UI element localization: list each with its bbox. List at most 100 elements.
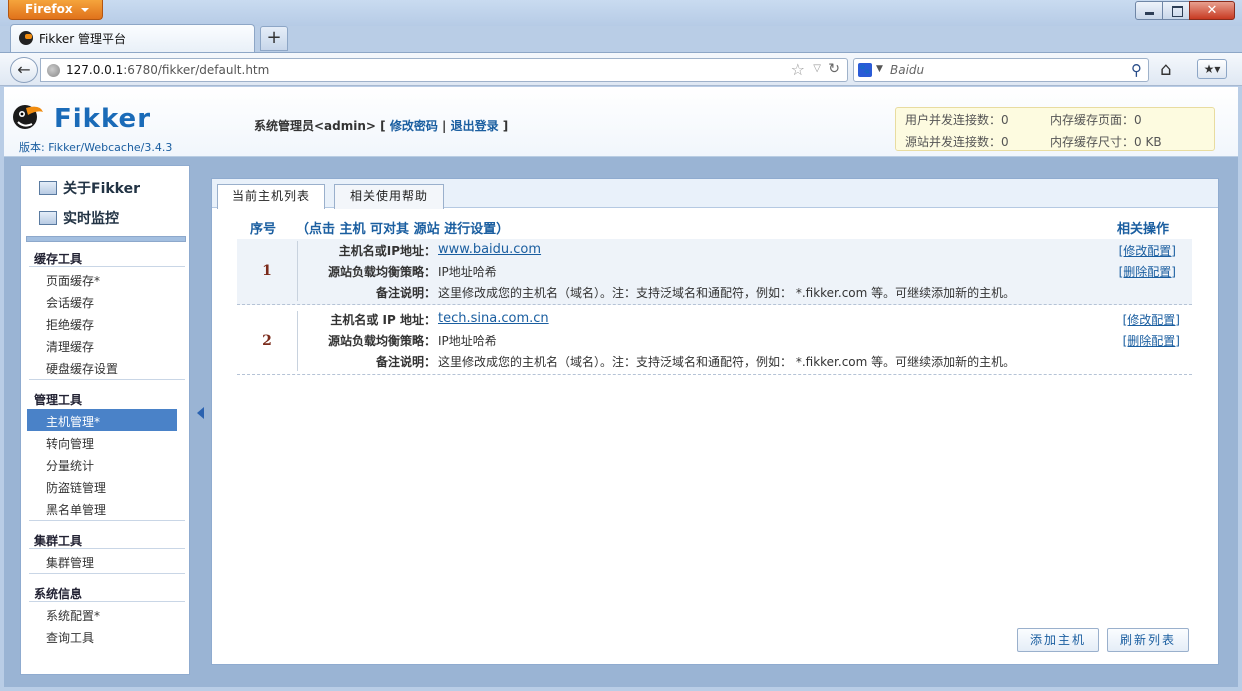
sidebar-item-monitor[interactable]: 实时监控 [39,208,119,228]
main-area: 关于Fikker 实时监控 缓存工具 页面缓存* 会话缓存 拒绝缓存 清理缓存 … [4,157,1238,687]
tab-host-list[interactable]: 当前主机列表 [217,184,325,209]
tab-help[interactable]: 相关使用帮助 [334,184,444,209]
sidebar-item-query-tool[interactable]: 查询工具 [46,629,94,646]
monitor-icon [39,211,57,225]
back-button[interactable]: ← [10,57,38,83]
user-connections-stat: 用户并发连接数：0 [905,113,1009,127]
bookmarks-menu-button[interactable]: ★▾ [1197,59,1227,79]
admin-info: 系统管理员<admin> [ 修改密码 | 退出登录 ] [254,117,508,134]
browser-tab-title: Fikker 管理平台 [39,32,126,46]
engine-dropdown-icon[interactable]: ▼ [876,64,883,74]
collapse-sidebar-icon[interactable] [197,407,204,419]
browser-tab[interactable]: Fikker 管理平台 [10,24,255,52]
note-value: 这里修改成您的主机名（域名）。注：支持泛域名和通配符，例如： *.fikker.… [438,355,1016,369]
url-host: 127.0.0.1 [66,63,124,77]
sidebar-rule [29,601,185,602]
version-label: 版本: Fikker/Webcache/3.4.3 [19,141,173,154]
close-window-button[interactable]: ✕ [1189,1,1235,20]
refresh-list-button[interactable]: 刷新列表 [1107,628,1189,652]
host-label: 主机名或IP地址： [338,244,436,258]
history-dropdown-icon[interactable]: ▽ [813,63,821,74]
sidebar-item-label: 关于Fikker [63,181,141,197]
sidebar-rule [29,573,185,574]
url-text[interactable]: 127.0.0.1:6780/fikker/default.htm [66,63,269,77]
change-password-link[interactable]: 修改密码 [390,119,438,133]
search-input[interactable]: Baidu [890,63,924,77]
search-icon[interactable]: ⚲ [1131,61,1142,79]
origin-connections-stat: 源站并发连接数：0 [905,135,1009,149]
firefox-menu-label: Firefox [25,2,73,16]
host-link[interactable]: tech.sina.com.cn [438,311,549,326]
logout-link[interactable]: 退出登录 [451,119,499,133]
note-label: 备注说明： [375,355,436,369]
new-tab-button[interactable]: + [260,26,288,51]
maximize-button[interactable] [1162,1,1190,20]
row-divider [297,311,298,371]
lb-label: 源站负载均衡策略： [327,334,436,348]
sidebar-item-disk-cache[interactable]: 硬盘缓存设置 [46,360,118,377]
sidebar: 关于Fikker 实时监控 缓存工具 页面缓存* 会话缓存 拒绝缓存 清理缓存 … [20,165,190,675]
url-path: :6780/fikker/default.htm [123,63,270,77]
note-label: 备注说明： [375,286,436,300]
admin-bracket: ] [502,119,509,133]
delete-config-link[interactable]: [删除配置] [1123,332,1180,349]
url-bar[interactable]: 127.0.0.1:6780/fikker/default.htm ☆ ▽ ↻ [40,58,848,82]
edit-config-link[interactable]: [修改配置] [1119,242,1176,259]
reload-icon[interactable]: ↻ [828,61,840,77]
close-icon: ✕ [1206,3,1218,18]
edit-config-link[interactable]: [修改配置] [1123,311,1180,328]
fikker-logo-icon [13,105,43,129]
memory-size-stat: 内存缓存尺寸：0 KB [1050,135,1162,149]
sidebar-item-blacklist[interactable]: 黑名单管理 [46,501,106,518]
plus-icon: + [266,27,282,48]
sidebar-rule [29,548,185,549]
sidebar-group-cluster: 集群工具 [34,534,83,548]
sidebar-item-system-config[interactable]: 系统配置* [46,607,100,624]
sidebar-rule [29,266,185,267]
home-icon[interactable]: ⌂ [1160,59,1171,80]
column-header-number: 序号 [250,222,277,237]
globe-icon [47,64,60,77]
sidebar-item-host-manage[interactable]: 主机管理* [46,413,100,430]
sidebar-item-cluster-manage[interactable]: 集群管理 [46,554,94,571]
sidebar-item-page-cache[interactable]: 页面缓存* [46,272,100,289]
sidebar-rule [29,520,185,521]
search-bar[interactable]: 🐾 ▼ Baidu ⚲ [853,58,1149,82]
sidebar-group-system: 系统信息 [34,587,83,601]
sidebar-item-about[interactable]: 关于Fikker [39,178,140,198]
minimize-button[interactable] [1135,1,1163,20]
table-row: 1 主机名或IP地址： www.baidu.com 源站负载均衡策略： IP地址… [237,239,1192,305]
lb-value: IP地址哈希 [438,265,497,279]
column-header-hint: （点击 主机 可对其 源站 进行设置） [296,222,510,237]
sidebar-item-redirect[interactable]: 转向管理 [46,435,94,452]
host-link[interactable]: www.baidu.com [438,242,541,257]
bookmark-star-icon[interactable]: ☆ [791,60,805,79]
tab-strip: Fikker 管理平台 + [0,24,1242,52]
admin-label: 系统管理员<admin> [ [254,119,386,133]
column-header-actions: 相关操作 [1117,222,1170,237]
sidebar-item-hotlink[interactable]: 防盗链管理 [46,479,106,496]
navigation-toolbar: ← 127.0.0.1:6780/fikker/default.htm ☆ ▽ … [0,52,1242,86]
delete-config-link[interactable]: [删除配置] [1119,263,1176,280]
sidebar-item-session-cache[interactable]: 会话缓存 [46,294,94,311]
sidebar-item-purge-cache[interactable]: 清理缓存 [46,338,94,355]
memory-pages-stat: 内存缓存页面：0 [1050,113,1142,127]
row-divider [297,241,298,301]
add-host-button[interactable]: 添加主机 [1017,628,1099,652]
lb-value: IP地址哈希 [438,334,497,348]
baidu-engine-icon[interactable]: 🐾 [858,63,872,77]
firefox-menu-button[interactable]: Firefox [8,0,103,20]
fikker-favicon-icon [19,31,33,45]
chevron-down-icon [81,8,89,12]
admin-separator: | [442,119,447,133]
window-titlebar: Firefox ✕ [0,0,1242,26]
sidebar-item-reject-cache[interactable]: 拒绝缓存 [46,316,94,333]
note-value: 这里修改成您的主机名（域名）。注：支持泛域名和通配符，例如： *.fikker.… [438,286,1016,300]
sidebar-group-cache: 缓存工具 [34,252,83,266]
sidebar-item-stats[interactable]: 分量统计 [46,457,94,474]
panel-tabbar: 当前主机列表 相关使用帮助 [212,179,1218,209]
arrow-left-icon: ← [17,60,31,79]
page-content: Fikker 版本: Fikker/Webcache/3.4.3 系统管理员<a… [4,87,1238,687]
row-number: 1 [262,263,272,279]
bookmarks-icon: ★▾ [1203,62,1221,76]
